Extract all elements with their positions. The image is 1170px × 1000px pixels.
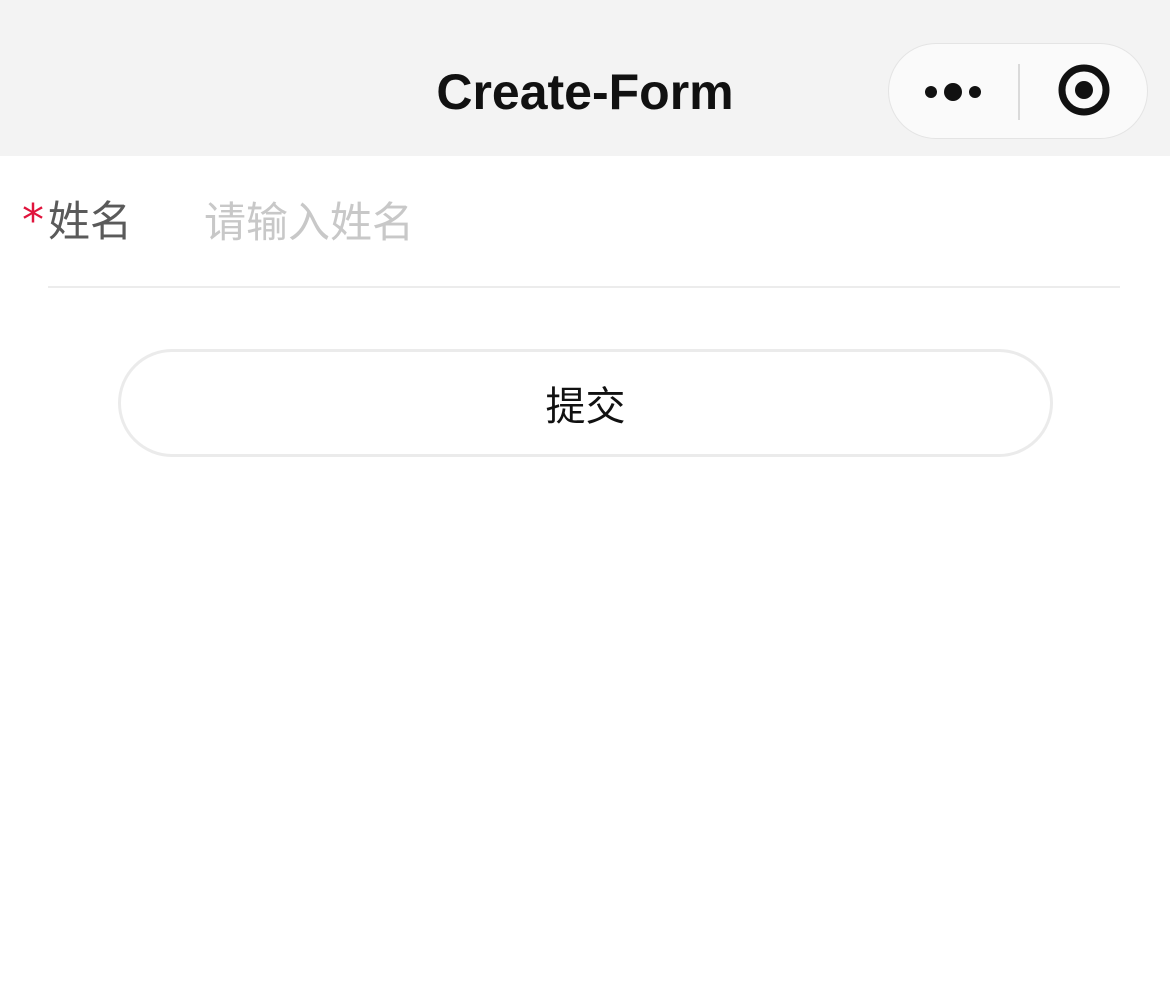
target-close-icon (1057, 63, 1111, 121)
close-button[interactable] (1020, 44, 1148, 140)
more-button[interactable] (889, 44, 1019, 140)
field-divider (48, 286, 1120, 288)
mini-program-capsule (888, 43, 1148, 139)
name-label: 姓名 (48, 197, 133, 246)
form-item-name: * 姓名 (0, 156, 1170, 288)
submit-button[interactable]: 提交 (118, 349, 1053, 457)
navigation-bar: Create-Form (0, 0, 1170, 156)
more-dots-icon (924, 80, 984, 104)
name-input[interactable] (204, 190, 1104, 254)
required-mark: * (22, 195, 44, 246)
